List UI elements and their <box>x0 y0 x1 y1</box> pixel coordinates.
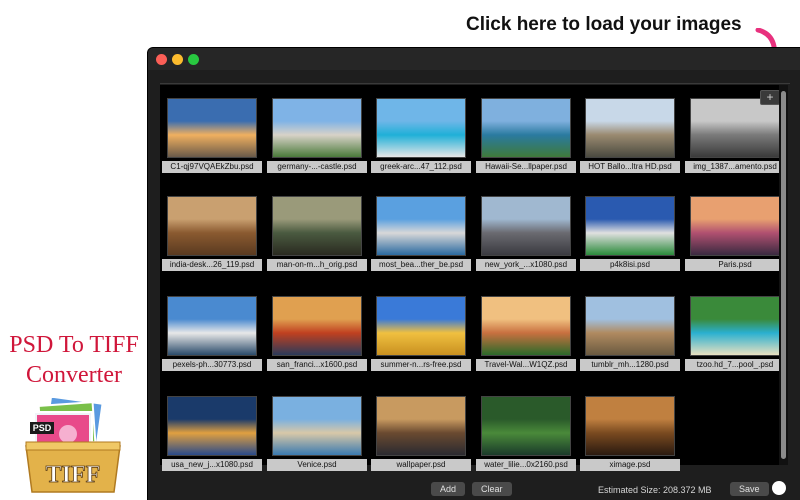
image-tile[interactable]: summer-n...rs-free.psd <box>371 296 471 376</box>
image-thumbnail[interactable] <box>690 196 780 256</box>
image-thumbnail[interactable] <box>376 396 466 456</box>
image-tile[interactable]: new_york_...x1080.psd <box>476 196 576 276</box>
image-tile[interactable]: HOT Ballo...ltra HD.psd <box>580 98 680 178</box>
image-filename: germany-...-castle.psd <box>267 161 367 173</box>
image-thumbnail[interactable] <box>272 396 362 456</box>
close-button[interactable] <box>156 54 167 65</box>
estimated-size-label: Estimated Size: 208.372 MB <box>598 485 712 495</box>
image-filename: india-desk...26_119.psd <box>162 259 262 271</box>
image-tile[interactable]: usa_new_j...x1080.psd <box>162 396 262 476</box>
image-thumbnail[interactable] <box>481 396 571 456</box>
image-filename: san_franci...x1600.psd <box>267 359 367 371</box>
image-tile[interactable]: wallpaper.psd <box>371 396 471 476</box>
image-filename: tzoo.hd_7...pool_.psd <box>685 359 785 371</box>
image-filename: Hawaii-Se...llpaper.psd <box>476 161 576 173</box>
image-thumbnail[interactable] <box>376 98 466 158</box>
image-filename: new_york_...x1080.psd <box>476 259 576 271</box>
image-thumbnail[interactable] <box>272 98 362 158</box>
load-images-hint: Click here to load your images <box>466 14 742 35</box>
image-filename: Travel-Wal...W1QZ.psd <box>476 359 576 371</box>
image-tile[interactable]: tumblr_mh...1280.psd <box>580 296 680 376</box>
image-thumbnail[interactable] <box>272 296 362 356</box>
image-thumbnail[interactable] <box>167 396 257 456</box>
image-filename: pexels-ph...30773.psd <box>162 359 262 371</box>
app-window: C1-qj97VQAEkZbu.psd germany-...-castle.ps… <box>148 48 800 500</box>
promo-title-line1: PSD To TIFF <box>9 332 139 358</box>
image-filename: HOT Ballo...ltra HD.psd <box>580 161 680 173</box>
tiff-icon-psd-label: PSD <box>33 423 52 433</box>
promo-panel: PSD To TIFF Converter PSD TIFF <box>0 0 148 500</box>
image-thumbnail[interactable] <box>167 98 257 158</box>
image-filename: greek-arc...47_112.psd <box>371 161 471 173</box>
image-tile[interactable]: ximage.psd <box>580 396 680 476</box>
image-filename: man-on-m...h_orig.psd <box>267 259 367 271</box>
image-filename: summer-n...rs-free.psd <box>371 359 471 371</box>
image-thumbnail[interactable] <box>481 296 571 356</box>
zoom-button[interactable] <box>188 54 199 65</box>
image-thumbnail[interactable] <box>272 196 362 256</box>
image-tile[interactable]: pexels-ph...30773.psd <box>162 296 262 376</box>
minimize-button[interactable] <box>172 54 183 65</box>
image-filename: usa_new_j...x1080.psd <box>162 459 262 471</box>
image-tile[interactable]: Travel-Wal...W1QZ.psd <box>476 296 576 376</box>
image-filename: ximage.psd <box>580 459 680 471</box>
image-tile[interactable]: most_bea...ther_be.psd <box>371 196 471 276</box>
tiff-icon-tiff-label: TIFF <box>46 462 101 488</box>
image-thumbnail[interactable] <box>585 98 675 158</box>
image-filename: most_bea...ther_be.psd <box>371 259 471 271</box>
image-filename: Venice.psd <box>267 459 367 471</box>
image-thumbnail[interactable] <box>167 296 257 356</box>
promo-title-line2: Converter <box>26 362 122 388</box>
image-tile[interactable]: C1-qj97VQAEkZbu.psd <box>162 98 262 178</box>
image-filename: p4k8isi.psd <box>580 259 680 271</box>
image-thumbnail[interactable] <box>376 296 466 356</box>
image-filename: tumblr_mh...1280.psd <box>580 359 680 371</box>
image-tile[interactable]: greek-arc...47_112.psd <box>371 98 471 178</box>
title-bar[interactable] <box>148 48 800 70</box>
image-tile[interactable]: germany-...-castle.psd <box>267 98 367 178</box>
image-filename: img_1387...amento.psd <box>685 161 785 173</box>
image-thumbnail[interactable] <box>690 296 780 356</box>
add-images-button[interactable]: + <box>760 90 780 105</box>
image-thumbnail[interactable] <box>585 296 675 356</box>
promo-title: PSD To TIFF Converter <box>0 330 148 390</box>
image-thumbnail[interactable] <box>481 98 571 158</box>
image-tile[interactable]: p4k8isi.psd <box>580 196 680 276</box>
clear-button[interactable]: Clear <box>472 482 512 496</box>
options-button[interactable] <box>772 481 786 495</box>
image-thumbnail[interactable] <box>376 196 466 256</box>
image-thumbnail[interactable] <box>585 396 675 456</box>
image-filename: water_lilie...0x2160.psd <box>476 459 576 471</box>
image-filename: wallpaper.psd <box>371 459 471 471</box>
vertical-scrollbar[interactable] <box>779 85 788 465</box>
scrollbar-thumb[interactable] <box>781 91 786 459</box>
image-thumbnail[interactable] <box>690 98 780 158</box>
image-tile[interactable]: water_lilie...0x2160.psd <box>476 396 576 476</box>
image-grid[interactable]: C1-qj97VQAEkZbu.psd germany-...-castle.ps… <box>160 85 785 471</box>
image-tile[interactable]: Hawaii-Se...llpaper.psd <box>476 98 576 178</box>
image-tile[interactable]: man-on-m...h_orig.psd <box>267 196 367 276</box>
image-tile[interactable]: img_1387...amento.psd <box>685 98 785 178</box>
image-tile[interactable]: Paris.psd <box>685 196 785 276</box>
save-button[interactable]: Save <box>730 482 769 496</box>
image-thumbnail[interactable] <box>167 196 257 256</box>
image-tile[interactable]: india-desk...26_119.psd <box>162 196 262 276</box>
image-filename: Paris.psd <box>685 259 785 271</box>
image-thumbnail[interactable] <box>481 196 571 256</box>
add-button[interactable]: Add <box>431 482 466 496</box>
toolbar-divider <box>160 83 790 84</box>
image-tile[interactable]: Venice.psd <box>267 396 367 476</box>
image-filename: C1-qj97VQAEkZbu.psd <box>162 161 262 173</box>
tiff-app-icon: PSD TIFF <box>25 398 121 493</box>
image-tile[interactable]: san_franci...x1600.psd <box>267 296 367 376</box>
image-tile[interactable]: tzoo.hd_7...pool_.psd <box>685 296 785 376</box>
image-thumbnail[interactable] <box>585 196 675 256</box>
bottom-bar: Add Clear Estimated Size: 208.372 MB Sav… <box>148 476 800 500</box>
